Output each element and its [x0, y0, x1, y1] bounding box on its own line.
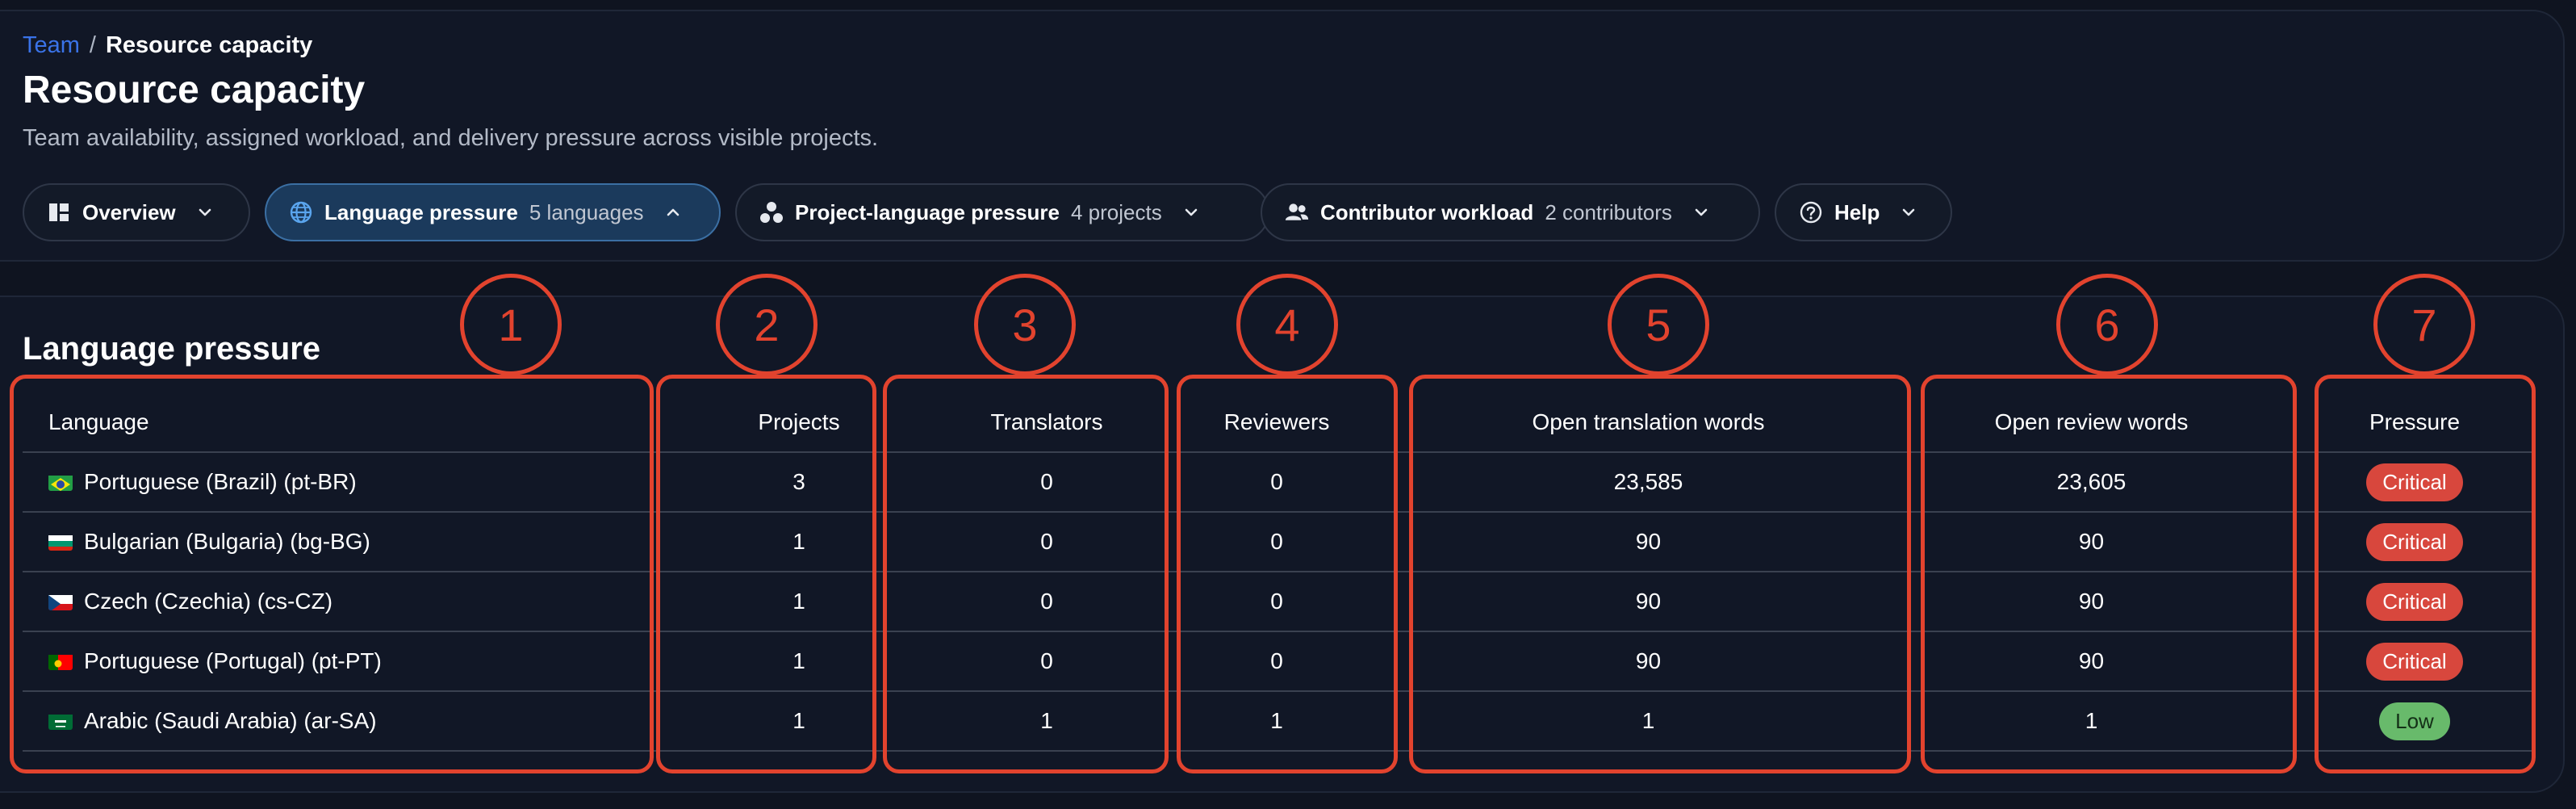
- tab-help[interactable]: Help: [1775, 183, 1952, 241]
- table-row: Portuguese (Portugal) (pt-PT) 1 0 0 90 9…: [23, 631, 2534, 692]
- language-name: Portuguese (Brazil) (pt-BR): [84, 469, 357, 494]
- table-header-row: Language Projects Translators Reviewers …: [23, 392, 2534, 453]
- status-badge: Critical: [2366, 463, 2463, 501]
- projects-cell: 1: [649, 512, 949, 572]
- chevron-down-icon: [1695, 208, 1708, 216]
- dashboard-icon: [47, 200, 71, 224]
- status-badge: Critical: [2366, 522, 2463, 561]
- language-cell: Portuguese (Portugal) (pt-PT): [23, 631, 649, 692]
- reviewers-cell: 0: [1144, 631, 1409, 692]
- language-cell: Bulgarian (Bulgaria) (bg-BG): [23, 512, 649, 572]
- breadcrumb-current: Resource capacity: [105, 32, 313, 58]
- portugal-flag-icon: [48, 652, 73, 670]
- breadcrumb: Team / Resource capacity: [23, 32, 312, 59]
- translators-cell: 0: [949, 512, 1144, 572]
- open-translation-words-cell: 1: [1409, 691, 1888, 752]
- language-name: Bulgarian (Bulgaria) (bg-BG): [84, 529, 370, 554]
- pressure-cell: Critical: [2295, 452, 2534, 513]
- open-translation-words-cell: 23,585: [1409, 452, 1888, 513]
- tab-language-pressure[interactable]: Language pressure 5 languages: [265, 183, 721, 241]
- chevron-down-icon: [1903, 208, 1915, 216]
- pressure-cell: Critical: [2295, 512, 2534, 572]
- section-title: Language pressure: [23, 331, 321, 367]
- breadcrumb-link-team[interactable]: Team: [23, 32, 80, 59]
- status-badge: Critical: [2366, 642, 2463, 681]
- globe-icon: [289, 200, 313, 224]
- tab-label: Contributor workload: [1320, 199, 1534, 224]
- translators-cell: 1: [949, 691, 1144, 752]
- column-header-language: Language: [23, 392, 649, 453]
- pressure-cell: Critical: [2295, 631, 2534, 692]
- open-review-words-cell: 90: [1888, 512, 2295, 572]
- saudi-arabia-flag-icon: [48, 712, 73, 730]
- column-header-pressure: Pressure: [2295, 392, 2534, 453]
- brazil-flag-icon: [48, 473, 73, 491]
- translators-cell: 0: [949, 631, 1144, 692]
- open-review-words-cell: 90: [1888, 572, 2295, 632]
- projects-cell: 1: [649, 631, 949, 692]
- table-row: Portuguese (Brazil) (pt-BR) 3 0 0 23,585…: [23, 452, 2534, 513]
- column-header-projects: Projects: [649, 392, 949, 453]
- bulgaria-flag-icon: [48, 533, 73, 551]
- table-row: Bulgarian (Bulgaria) (bg-BG) 1 0 0 90 90…: [23, 512, 2534, 572]
- help-circle-icon: [1799, 200, 1823, 224]
- page-subtitle: Team availability, assigned workload, an…: [23, 125, 879, 151]
- status-badge: Low: [2379, 702, 2450, 740]
- tab-count: 2 contributors: [1545, 199, 1672, 224]
- projects-cell: 1: [649, 572, 949, 632]
- reviewers-cell: 1: [1144, 691, 1409, 752]
- tab-overview[interactable]: Overview: [23, 183, 250, 241]
- tab-label: Help: [1834, 199, 1880, 224]
- tab-count: 5 languages: [529, 199, 644, 224]
- open-review-words-cell: 90: [1888, 631, 2295, 692]
- open-review-words-cell: 1: [1888, 691, 2295, 752]
- tab-project-language-pressure[interactable]: Project-language pressure 4 projects: [735, 183, 1269, 241]
- chevron-down-icon: [1185, 208, 1198, 216]
- column-header-translators: Translators: [949, 392, 1144, 453]
- language-name: Czech (Czechia) (cs-CZ): [84, 589, 333, 614]
- chevron-down-icon: [199, 208, 211, 216]
- chevron-up-icon: [667, 208, 679, 216]
- column-header-open-translation-words: Open translation words: [1409, 392, 1888, 453]
- project-dots-icon: [759, 200, 784, 224]
- translators-cell: 0: [949, 572, 1144, 632]
- open-translation-words-cell: 90: [1409, 572, 1888, 632]
- people-icon: [1285, 200, 1309, 224]
- projects-cell: 3: [649, 452, 949, 513]
- language-cell: Arabic (Saudi Arabia) (ar-SA): [23, 691, 649, 752]
- tab-label: Language pressure: [324, 199, 518, 224]
- page-title: Resource capacity: [23, 69, 366, 111]
- language-name: Portuguese (Portugal) (pt-PT): [84, 648, 382, 673]
- tab-count: 4 projects: [1071, 199, 1162, 224]
- tab-label: Overview: [82, 199, 176, 224]
- column-header-open-review-words: Open review words: [1888, 392, 2295, 453]
- column-header-reviewers: Reviewers: [1144, 392, 1409, 453]
- pressure-cell: Critical: [2295, 572, 2534, 632]
- language-pressure-table: Language Projects Translators Reviewers …: [23, 392, 2534, 752]
- breadcrumb-separator: /: [89, 32, 96, 58]
- language-cell: Portuguese (Brazil) (pt-BR): [23, 452, 649, 513]
- reviewers-cell: 0: [1144, 572, 1409, 632]
- tab-label: Project-language pressure: [795, 199, 1060, 224]
- reviewers-cell: 0: [1144, 452, 1409, 513]
- reviewers-cell: 0: [1144, 512, 1409, 572]
- open-translation-words-cell: 90: [1409, 631, 1888, 692]
- table-row: Czech (Czechia) (cs-CZ) 1 0 0 90 90 Crit…: [23, 572, 2534, 632]
- translators-cell: 0: [949, 452, 1144, 513]
- tab-contributor-workload[interactable]: Contributor workload 2 contributors: [1261, 183, 1760, 241]
- language-cell: Czech (Czechia) (cs-CZ): [23, 572, 649, 632]
- status-badge: Critical: [2366, 582, 2463, 621]
- open-review-words-cell: 23,605: [1888, 452, 2295, 513]
- pressure-cell: Low: [2295, 691, 2534, 752]
- projects-cell: 1: [649, 691, 949, 752]
- open-translation-words-cell: 90: [1409, 512, 1888, 572]
- table-row: Arabic (Saudi Arabia) (ar-SA) 1 1 1 1 1 …: [23, 691, 2534, 752]
- czechia-flag-icon: [48, 593, 73, 610]
- language-name: Arabic (Saudi Arabia) (ar-SA): [84, 708, 377, 733]
